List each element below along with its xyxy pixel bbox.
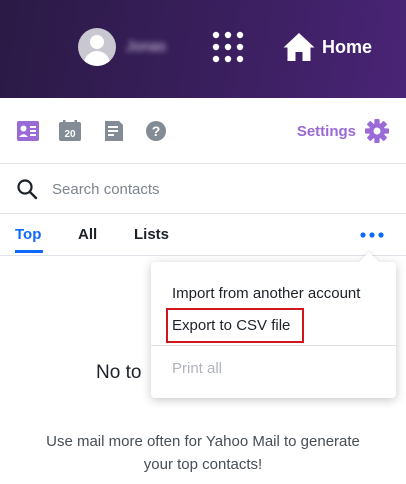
settings-button[interactable]: Settings <box>297 118 390 144</box>
calendar-day: 20 <box>64 129 76 140</box>
empty-state-description: Use mail more often for Yahoo Mail to ge… <box>46 433 360 473</box>
top-header: Jonas Home <box>0 0 406 98</box>
tab-all[interactable]: All <box>78 226 97 243</box>
contacts-toolbar: 20 ? Settings <box>0 98 406 164</box>
search-input[interactable] <box>52 176 382 202</box>
active-tab-indicator <box>15 250 43 253</box>
home-icon <box>283 33 315 61</box>
username[interactable]: Jonas <box>126 38 166 55</box>
tab-lists[interactable]: Lists <box>134 226 169 243</box>
empty-state-title: No to <box>96 362 142 383</box>
search-icon <box>17 179 38 200</box>
settings-label: Settings <box>296 122 356 140</box>
avatar-body <box>84 51 110 66</box>
svg-text:?: ? <box>152 123 161 139</box>
menu-divider <box>151 345 396 346</box>
avatar[interactable] <box>78 28 116 66</box>
help-icon[interactable]: ? <box>144 120 168 142</box>
home-label: Home <box>322 36 373 57</box>
menu-item-export-csv[interactable]: Export to CSV file <box>172 317 290 334</box>
search-bar <box>0 164 406 214</box>
contact-tabs: Top All Lists <box>0 214 406 256</box>
calendar-icon[interactable]: 20 <box>58 120 82 142</box>
avatar-head <box>90 35 104 49</box>
menu-item-import[interactable]: Import from another account <box>172 285 360 302</box>
home-link[interactable]: Home <box>282 30 372 64</box>
gear-icon <box>365 119 389 143</box>
contacts-card-icon[interactable] <box>16 120 40 142</box>
menu-item-print-all: Print all <box>172 360 223 377</box>
notepad-icon[interactable] <box>102 120 126 142</box>
more-dots-icon[interactable] <box>358 228 386 242</box>
apps-grid-icon[interactable] <box>212 31 244 63</box>
tab-top[interactable]: Top <box>15 226 41 243</box>
more-actions-menu: Import from another account Export to CS… <box>151 252 396 398</box>
